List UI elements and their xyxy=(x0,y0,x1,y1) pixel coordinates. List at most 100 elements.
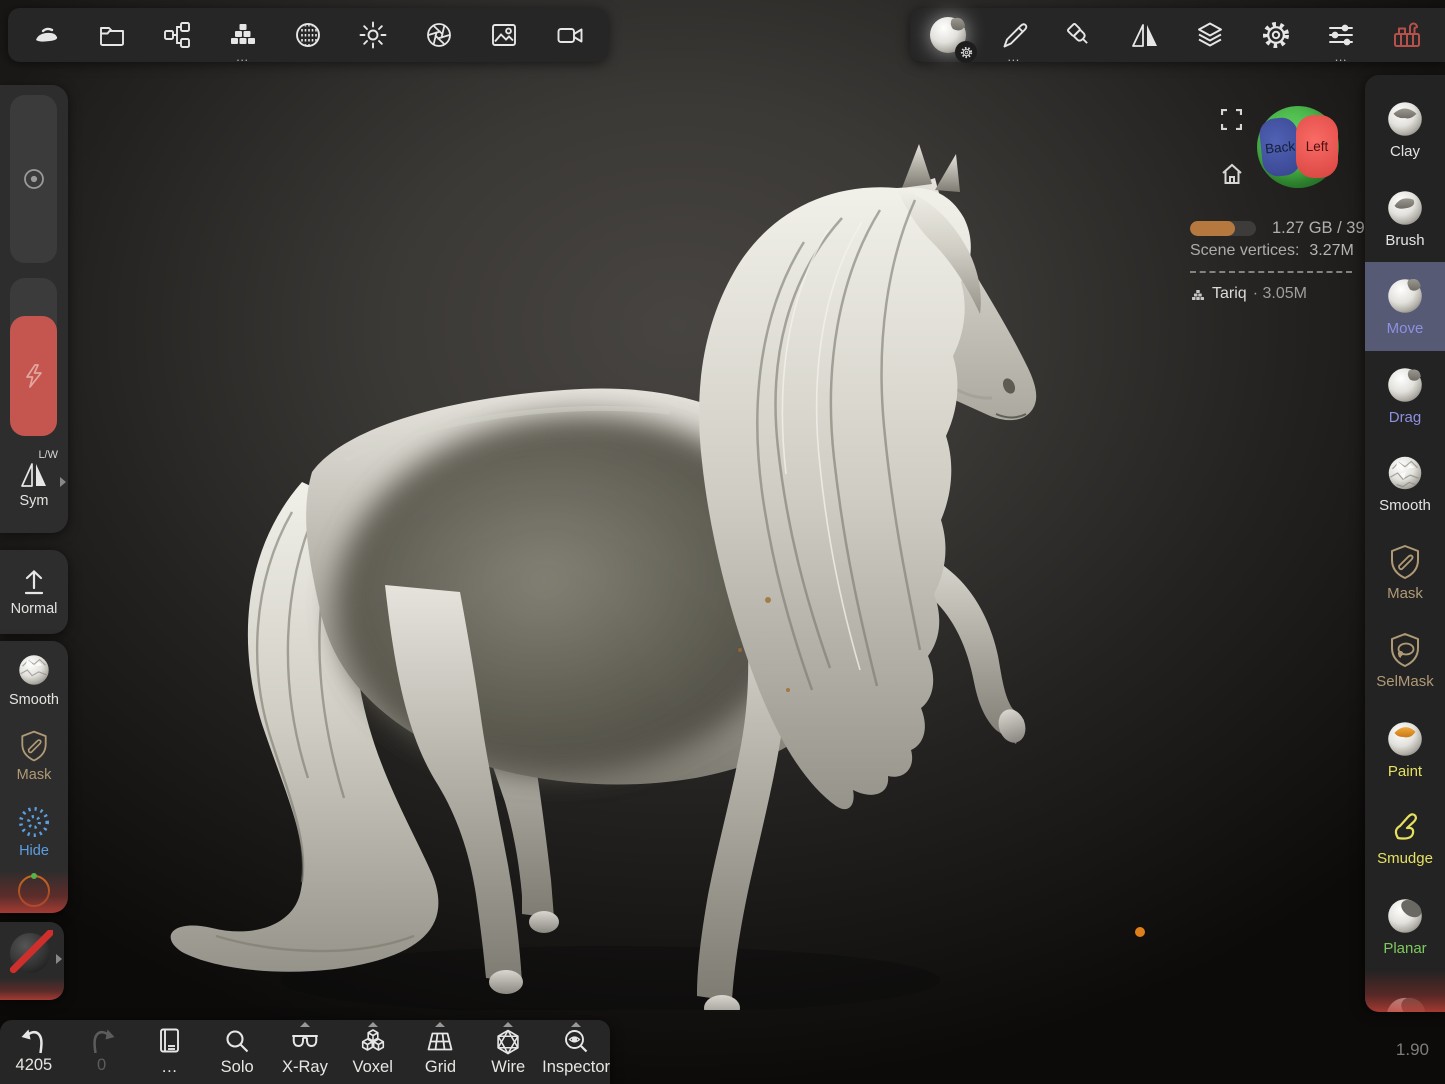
app-screen: Back Left 1.27 GB / 391 M Scene vertices… xyxy=(0,0,1445,1084)
stylus-button[interactable]: … xyxy=(987,10,1041,60)
tool-item-clay[interactable]: Clay xyxy=(1365,85,1445,174)
voxel-label: Voxel xyxy=(353,1058,393,1077)
undo-count: 4205 xyxy=(16,1056,53,1075)
xray-button[interactable]: X-Ray xyxy=(271,1020,339,1084)
alpha-expand-arrow-icon[interactable] xyxy=(56,954,62,964)
inspector-button[interactable]: Inspector xyxy=(542,1020,610,1084)
home-view-button[interactable] xyxy=(1220,163,1244,185)
topology-button[interactable]: … xyxy=(216,10,270,60)
tool-item-brush[interactable]: Brush xyxy=(1365,174,1445,263)
fullscreen-button[interactable] xyxy=(1221,109,1242,130)
scene-vertices-value: 3.27M xyxy=(1309,242,1353,259)
active-tool-button[interactable] xyxy=(921,10,975,60)
inspector-caret-icon xyxy=(571,1022,581,1027)
undo-button[interactable]: 4205 xyxy=(0,1020,68,1084)
gizmo-left-face[interactable]: Left xyxy=(1296,115,1338,178)
no-alpha-icon xyxy=(7,930,53,976)
material-sphere-icon xyxy=(293,20,323,50)
symmetry-small-icon xyxy=(18,461,50,489)
grid-button[interactable]: Grid xyxy=(407,1020,475,1084)
top-left-toolbar: … xyxy=(8,8,608,62)
mesh-icon xyxy=(1190,288,1206,301)
xray-caret-icon xyxy=(300,1022,310,1027)
symmetry-expand-arrow-icon[interactable] xyxy=(60,477,66,487)
history-button[interactable]: … xyxy=(136,1020,204,1084)
paint-brush-button[interactable] xyxy=(1052,10,1106,60)
history-more-indicator: … xyxy=(161,1058,178,1077)
tool-label-smooth: Smooth xyxy=(1379,497,1431,514)
stroke-start-dot xyxy=(1135,927,1145,937)
symmetry-toggle[interactable]: L/W Sym xyxy=(0,443,68,527)
gear-icon xyxy=(960,46,973,59)
quick-mask-button[interactable]: Mask xyxy=(0,717,68,793)
radius-slider[interactable] xyxy=(10,95,57,263)
radius-icon xyxy=(22,167,46,191)
voxel-button[interactable]: Voxel xyxy=(339,1020,407,1084)
tool-sidebar: Clay Brush Move Drag Smooth xyxy=(1365,75,1445,1012)
symmetry-icon xyxy=(1130,20,1160,50)
falloff-panel[interactable]: Normal xyxy=(0,550,68,634)
settings-button[interactable] xyxy=(1249,10,1303,60)
quick-mask-icon xyxy=(16,728,52,764)
scene-graph-button[interactable] xyxy=(150,10,204,60)
post-process-aperture-icon xyxy=(424,20,454,50)
files-button[interactable] xyxy=(85,10,139,60)
fullscreen-icon xyxy=(1221,109,1242,130)
app-logo-button[interactable] xyxy=(19,10,73,60)
tool-item-selmask[interactable]: SelMask xyxy=(1365,616,1445,705)
tool-item-drag[interactable]: Drag xyxy=(1365,351,1445,440)
camera-button[interactable] xyxy=(543,10,597,60)
tool-settings-badge[interactable] xyxy=(955,41,977,63)
gizmo-back-label: Back xyxy=(1264,138,1295,156)
wire-button[interactable]: Wire xyxy=(474,1020,542,1084)
tool-item-smooth[interactable]: Smooth xyxy=(1365,439,1445,528)
tool-item-move[interactable]: Move xyxy=(1365,262,1445,351)
wire-caret-icon xyxy=(503,1022,513,1027)
tool-item-partial[interactable] xyxy=(1365,970,1445,1012)
toolbox-button[interactable] xyxy=(1380,10,1434,60)
adjust-sliders-button[interactable]: … xyxy=(1314,10,1368,60)
lighting-button[interactable] xyxy=(346,10,400,60)
redo-button[interactable]: 0 xyxy=(68,1020,136,1084)
stylus-more-indicator: … xyxy=(1007,53,1021,61)
post-process-button[interactable] xyxy=(412,10,466,60)
tool-item-smudge[interactable]: Smudge xyxy=(1365,793,1445,882)
object-row[interactable]: Tariq · 3.05M xyxy=(1190,285,1307,303)
files-folder-icon xyxy=(97,20,127,50)
tool-label-mask: Mask xyxy=(1387,585,1423,602)
wire-label: Wire xyxy=(491,1058,525,1077)
alpha-panel-fade xyxy=(0,978,64,1000)
drag-tool-icon xyxy=(1384,364,1426,406)
quick-smooth-icon xyxy=(15,651,53,689)
memory-usage: 1.27 GB / 391 M xyxy=(1190,219,1392,238)
scene-graph-icon xyxy=(162,20,192,50)
paint-tool-icon xyxy=(1384,718,1426,760)
layers-button[interactable] xyxy=(1183,10,1237,60)
alpha-selector-panel[interactable] xyxy=(0,922,64,1000)
symmetry-button[interactable] xyxy=(1118,10,1172,60)
orientation-gizmo[interactable]: Back Left xyxy=(1257,106,1339,188)
topology-icon xyxy=(228,20,258,50)
tool-label-move: Move xyxy=(1387,320,1424,337)
solo-button[interactable]: Solo xyxy=(203,1020,271,1084)
intensity-slider-fill xyxy=(10,316,57,436)
memory-bar-fill xyxy=(1190,221,1235,236)
planar-tool-icon xyxy=(1384,895,1426,937)
quick-hide-button[interactable]: Hide xyxy=(0,793,68,869)
grid-icon xyxy=(425,1027,455,1057)
horse-model[interactable] xyxy=(140,130,1060,1010)
tool-item-paint[interactable]: Paint xyxy=(1365,705,1445,794)
tool-item-mask[interactable]: Mask xyxy=(1365,528,1445,617)
object-name: Tariq xyxy=(1212,285,1247,303)
quick-mask-label: Mask xyxy=(17,767,52,783)
quick-smooth-button[interactable]: Smooth xyxy=(0,641,68,717)
tool-label-clay: Clay xyxy=(1390,143,1420,160)
background-button[interactable] xyxy=(477,10,531,60)
tool-item-planar[interactable]: Planar xyxy=(1365,882,1445,971)
symmetry-label: Sym xyxy=(20,493,49,509)
settings-gear-icon xyxy=(1261,20,1291,50)
intensity-slider[interactable] xyxy=(10,278,57,436)
smudge-tool-icon xyxy=(1385,807,1425,847)
quick-gizmo-button[interactable] xyxy=(0,869,68,913)
material-button[interactable] xyxy=(281,10,335,60)
